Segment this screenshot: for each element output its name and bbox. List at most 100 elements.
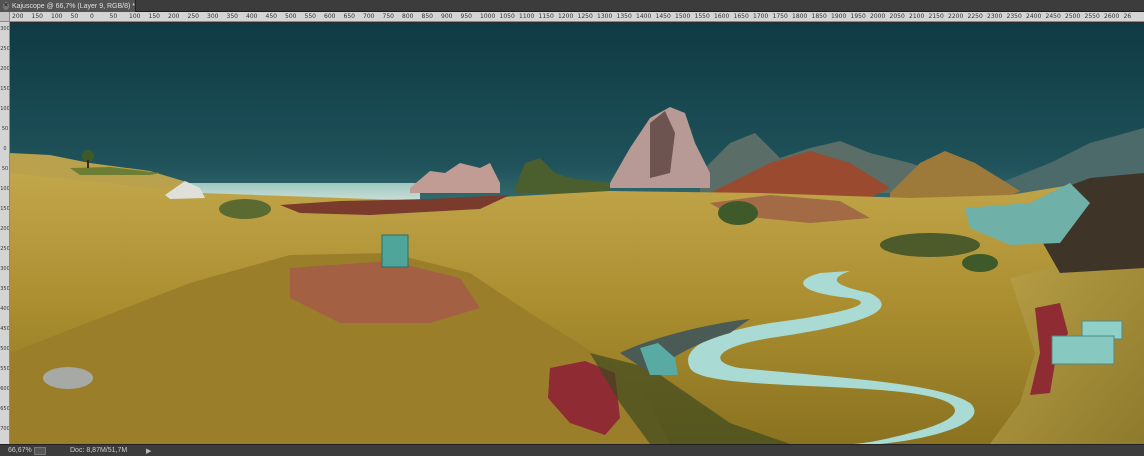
ruler-tick-label: 150 (0, 86, 10, 92)
ruler-tick-label: 100 (0, 106, 10, 112)
ruler-tick-label: 300 (207, 13, 219, 20)
document-tab-bar: × Kajuscope @ 66,7% (Layer 9, RGB/8) * (0, 0, 1144, 12)
ruler-tick-label: 850 (421, 13, 433, 20)
ruler-tick-label: 150 (0, 206, 10, 212)
ruler-tick-label: 1700 (753, 13, 769, 20)
ruler-tick-label: 2500 (1065, 13, 1081, 20)
ruler-tick-label: 1650 (733, 13, 749, 20)
document-canvas[interactable] (10, 23, 1144, 444)
ruler-tick-label: 100 (51, 13, 63, 20)
ruler-tick-label: 2300 (987, 13, 1003, 20)
ruler-tick-label: 250 (187, 13, 199, 20)
bush-mid-right (962, 254, 998, 272)
zoom-level[interactable]: 66,67% (0, 447, 34, 454)
ruler-tick-label: 1250 (577, 13, 593, 20)
ruler-tick-label: 1350 (616, 13, 632, 20)
ruler-tick-label: 450 (265, 13, 277, 20)
vertical-ruler[interactable]: 300 250 200 150 100 50 0 50 100 150 200 250 300 350 40… (0, 22, 10, 444)
ruler-tick-label: 300 (0, 266, 10, 272)
ruler-tick-label: 2600 (1104, 13, 1120, 20)
ruler-tick-label: 2200 (948, 13, 964, 20)
teal-block-left (381, 234, 409, 268)
ruler-tick-label: 50 (1, 166, 9, 172)
ruler-tick-label: 2550 (1084, 13, 1100, 20)
ruler-tick-label: 1750 (772, 13, 788, 20)
status-bar: 66,67% Doc: 8,87M/51,7M ▶ (0, 444, 1144, 456)
document-info-icon[interactable] (34, 446, 46, 455)
ruler-tick-label: 2150 (928, 13, 944, 20)
ruler-tick-label: 150 (31, 13, 43, 20)
ruler-tick-label: 50 (70, 13, 79, 20)
ruler-tick-label: 1150 (538, 13, 554, 20)
ruler-tick-label: 2450 (1045, 13, 1061, 20)
ruler-tick-label: 150 (148, 13, 160, 20)
ruler-tick-label: 0 (3, 146, 7, 152)
bush-left (219, 199, 271, 219)
ruler-tick-label: 1300 (597, 13, 613, 20)
ruler-tick-label: 1050 (499, 13, 515, 20)
teal-box-front (1051, 335, 1115, 365)
ruler-tick-label: 500 (0, 346, 10, 352)
ruler-tick-label: 350 (0, 286, 10, 292)
ruler-tick-label: 1000 (480, 13, 496, 20)
ruler-tick-label: 50 (1, 126, 9, 132)
ruler-tick-label: 1950 (850, 13, 866, 20)
ruler-tick-label: 1200 (558, 13, 574, 20)
ruler-tick-label: 450 (0, 326, 10, 332)
ruler-tick-label: 650 (0, 406, 10, 412)
document-tab[interactable]: × Kajuscope @ 66,7% (Layer 9, RGB/8) * (0, 0, 136, 12)
ruler-tick-label: 600 (324, 13, 336, 20)
ruler-tick-label: 400 (246, 13, 258, 20)
ruler-tick-label: 1450 (655, 13, 671, 20)
ruler-tick-label: 700 (363, 13, 375, 20)
ruler-tick-label: 300 (0, 26, 10, 32)
doc-size-info: Doc: 8,87M/51,7M (70, 447, 128, 454)
ruler-tick-label: 200 (0, 66, 10, 72)
ruler-tick-label: 1850 (811, 13, 827, 20)
ruler-tick-label: 800 (402, 13, 414, 20)
ruler-tick-label: 1600 (714, 13, 730, 20)
ruler-tick-label: 2000 (870, 13, 886, 20)
ruler-tick-label: 950 (460, 13, 472, 20)
ruler-tick-label: 1900 (831, 13, 847, 20)
ruler-tick-label: 100 (0, 186, 10, 192)
ruler-tick-label: 50 (109, 13, 118, 20)
ruler-tick-label: 550 (0, 366, 10, 372)
status-menu-arrow-icon[interactable]: ▶ (146, 447, 151, 455)
ruler-origin-corner[interactable] (0, 12, 10, 22)
ruler-tick-label: 650 (343, 13, 355, 20)
ruler-tick-label: 550 (304, 13, 316, 20)
ruler-tick-label: 26 (1123, 13, 1132, 20)
ruler-tick-label: 1400 (636, 13, 652, 20)
close-tab-icon[interactable]: × (3, 2, 9, 10)
ruler-tick-label: 700 (0, 426, 10, 432)
ruler-tick-label: 1800 (792, 13, 808, 20)
ruler-tick-label: 2400 (1026, 13, 1042, 20)
ruler-tick-label: 200 (168, 13, 180, 20)
ruler-tick-label: 200 (12, 13, 24, 20)
ruler-tick-label: 0 (90, 13, 94, 20)
ruler-tick-label: 250 (0, 246, 10, 252)
ruler-tick-label: 1500 (675, 13, 691, 20)
ruler-tick-label: 500 (285, 13, 297, 20)
ruler-tick-label: 2350 (1006, 13, 1022, 20)
ruler-tick-label: 400 (0, 306, 10, 312)
ruler-tick-label: 1100 (519, 13, 535, 20)
ruler-tick-label: 250 (0, 46, 10, 52)
ruler-tick-label: 1550 (694, 13, 710, 20)
document-tab-title: Kajuscope @ 66,7% (Layer 9, RGB/8) * (11, 2, 135, 10)
ruler-tick-label: 2100 (909, 13, 925, 20)
trees-right-cluster (880, 233, 980, 257)
ruler-tick-label: 100 (129, 13, 141, 20)
ruler-tick-label: 750 (382, 13, 394, 20)
horizontal-ruler[interactable]: 200 150 100 50 0 50 100 150 200 250 300 350 400 450 50… (10, 12, 1144, 22)
bush-center (718, 201, 758, 225)
ruler-tick-label: 600 (0, 386, 10, 392)
ruler-tick-label: 2050 (889, 13, 905, 20)
landscape-artwork (10, 23, 1144, 444)
ruler-tick-label: 350 (226, 13, 238, 20)
ruler-tick-label: 2250 (967, 13, 983, 20)
ruler-tick-label: 200 (0, 226, 10, 232)
grey-rock (43, 367, 93, 389)
ruler-tick-label: 900 (441, 13, 453, 20)
